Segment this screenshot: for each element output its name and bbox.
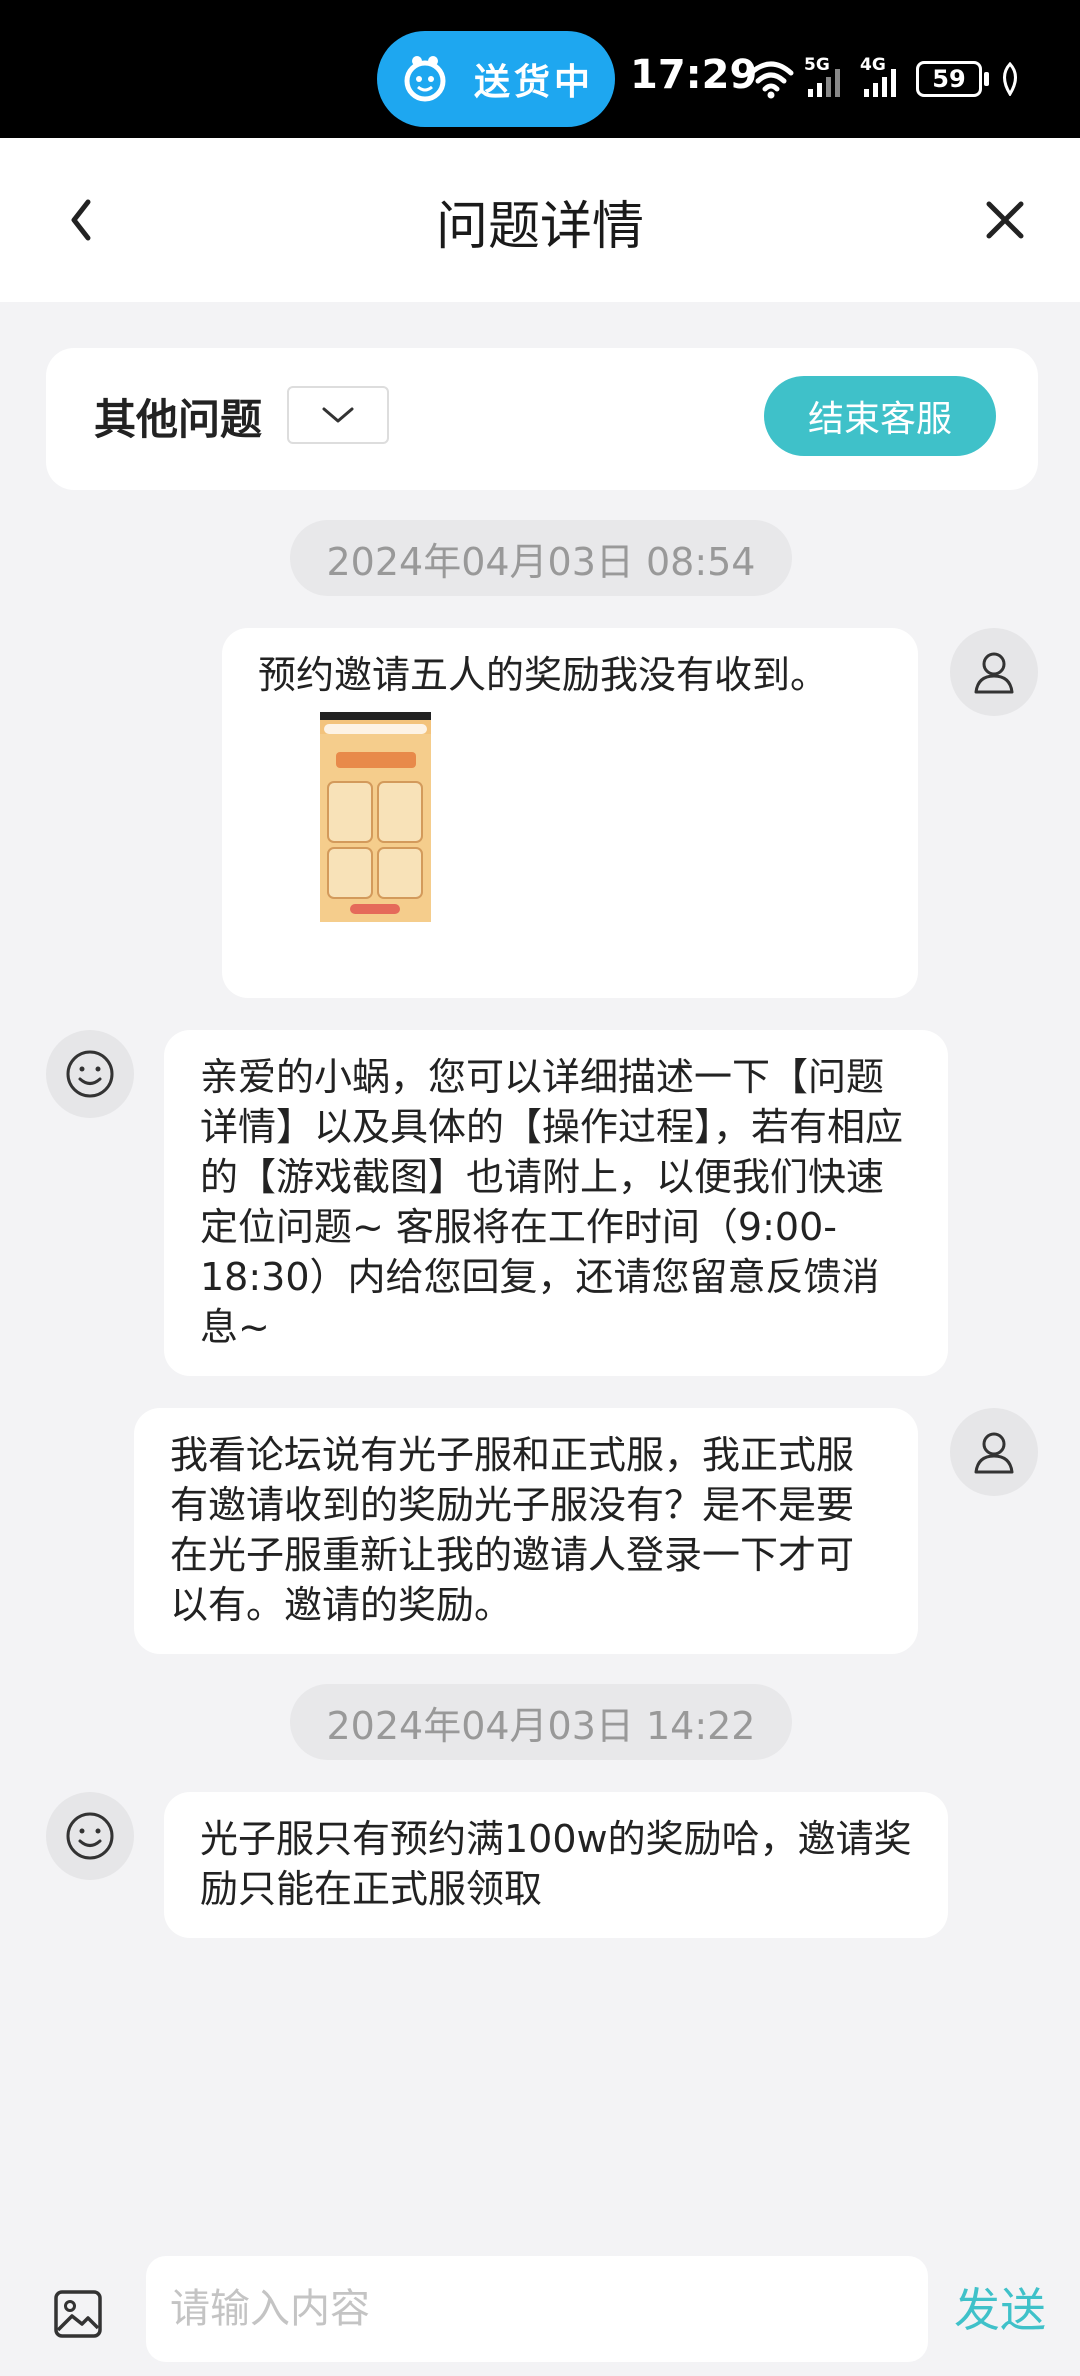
battery-nub — [984, 72, 989, 86]
message-text: 光子服只有预约满100w的奖励哈，邀请奖励只能在正式服领取 — [200, 1817, 912, 1911]
signal-4g-icon: 4G — [860, 55, 906, 99]
system-icons: 5G 4G 59 — [748, 54, 1021, 104]
chevron-down-icon — [322, 407, 354, 423]
user-avatar[interactable] — [950, 628, 1038, 716]
page-title: 问题详情 — [435, 197, 644, 257]
battery-icon: 59 — [916, 61, 982, 97]
delivery-status-pill[interactable]: 送货中 — [377, 31, 615, 127]
user-icon — [974, 652, 1014, 694]
close-icon — [986, 201, 1024, 239]
category-card: 其他问题 结束客服 — [46, 348, 1038, 490]
wifi-icon — [748, 61, 794, 99]
message-text: 我看论坛说有光子服和正式服，我正式服有邀请收到的奖励光子服没有？是不是要在光子服… — [170, 1433, 855, 1627]
smiley-icon — [66, 1050, 114, 1098]
user-icon — [974, 1432, 1014, 1474]
attached-screenshot-thumbnail[interactable] — [320, 712, 431, 922]
status-bar: 送货中 17:29 5G 4G 59 — [0, 0, 1080, 138]
message-input[interactable] — [146, 2256, 928, 2362]
category-dropdown[interactable] — [287, 386, 389, 444]
timestamp: 2024年04月03日 08:54 — [290, 520, 792, 596]
delivery-logo-icon — [394, 48, 456, 110]
timestamp: 2024年04月03日 14:22 — [290, 1684, 792, 1760]
service-message-bubble: 亲爱的小蜗，您可以详细描述一下【问题详情】以及具体的【操作过程】，若有相应的【游… — [164, 1030, 948, 1376]
image-icon — [54, 2290, 102, 2338]
leaf-icon — [1003, 62, 1017, 96]
battery-level: 59 — [932, 65, 966, 93]
header: 问题详情 — [0, 138, 1080, 302]
service-avatar[interactable] — [46, 1030, 134, 1118]
service-message-bubble: 光子服只有预约满100w的奖励哈，邀请奖励只能在正式服领取 — [164, 1792, 948, 1938]
close-button[interactable] — [975, 190, 1035, 250]
send-button[interactable]: 发送 — [954, 2274, 1046, 2340]
image-upload-button[interactable] — [52, 2288, 104, 2340]
signal-5g-icon: 5G — [804, 55, 850, 99]
delivery-status-label: 送货中 — [474, 62, 595, 103]
message-text: 亲爱的小蜗，您可以详细描述一下【问题详情】以及具体的【操作过程】，若有相应的【游… — [200, 1055, 904, 1349]
smiley-icon — [66, 1812, 114, 1860]
status-time: 17:29 — [630, 52, 758, 98]
category-label: 其他问题 — [94, 395, 263, 444]
service-avatar[interactable] — [46, 1792, 134, 1880]
message-input-bar: 发送 — [0, 2240, 1080, 2376]
message-text: 预约邀请五人的奖励我没有收到。 — [258, 653, 829, 697]
user-avatar[interactable] — [950, 1408, 1038, 1496]
end-service-button[interactable]: 结束客服 — [764, 376, 996, 456]
user-message-bubble: 我看论坛说有光子服和正式服，我正式服有邀请收到的奖励光子服没有？是不是要在光子服… — [134, 1408, 918, 1654]
